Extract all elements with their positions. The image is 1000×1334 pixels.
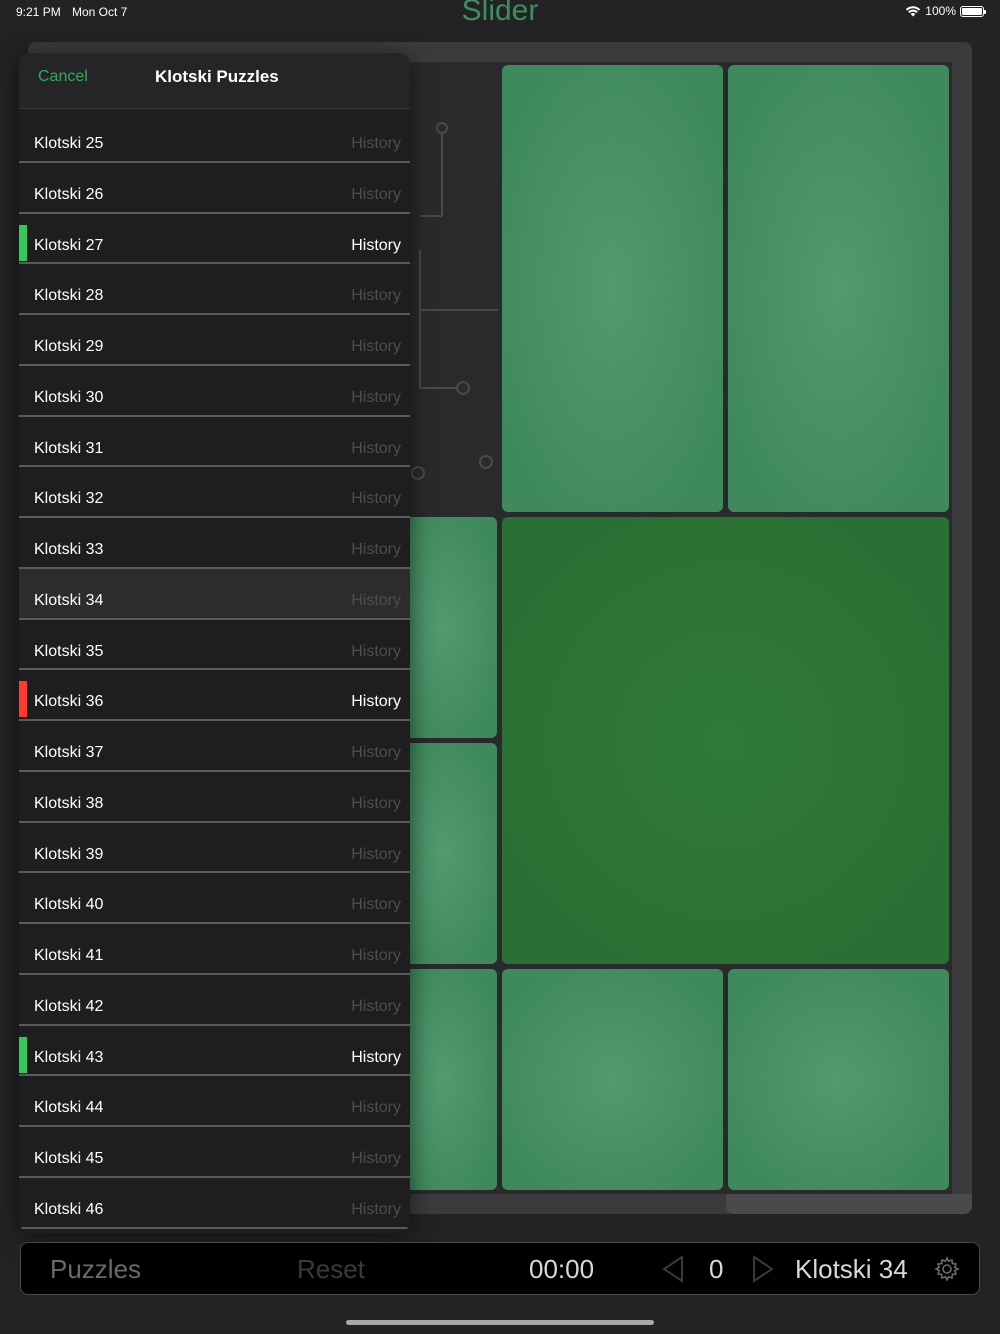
puzzle-list-item[interactable]: Klotski 42 History xyxy=(19,975,410,1026)
status-marker xyxy=(19,224,27,261)
history-button[interactable]: History xyxy=(351,1201,401,1219)
history-button[interactable]: History xyxy=(351,490,401,508)
puzzle-list-item[interactable]: Klotski 45 History xyxy=(19,1127,410,1178)
puzzle-label: Klotski 34 xyxy=(34,591,104,609)
gear-icon[interactable] xyxy=(933,1255,961,1290)
history-button[interactable]: History xyxy=(351,389,401,407)
puzzle-list-item[interactable]: Klotski 32 History xyxy=(19,467,410,518)
puzzle-label: Klotski 46 xyxy=(34,1200,104,1218)
puzzle-list-item[interactable]: Klotski 43 History xyxy=(19,1026,410,1077)
history-button[interactable]: History xyxy=(351,947,401,965)
history-button[interactable]: History xyxy=(351,1049,401,1067)
history-button[interactable]: History xyxy=(351,440,401,458)
history-button[interactable]: History xyxy=(351,541,401,559)
puzzle-label: Klotski 38 xyxy=(34,794,104,812)
puzzle-list-item[interactable]: Klotski 33 History xyxy=(19,518,410,569)
puzzle-label: Klotski 45 xyxy=(34,1150,104,1167)
history-button[interactable]: History xyxy=(351,846,401,864)
puzzle-label: Klotski 39 xyxy=(34,845,104,863)
puzzle-list-item[interactable]: Klotski 38 History xyxy=(19,772,410,823)
puzzle-label: Klotski 27 xyxy=(34,236,104,254)
puzzle-label: Klotski 31 xyxy=(34,439,104,457)
tile-small-1[interactable] xyxy=(502,969,723,1190)
app-title: Slider xyxy=(461,0,539,27)
puzzle-list-item[interactable]: Klotski 28 History xyxy=(19,264,410,315)
popover-header: Cancel Klotski Puzzles xyxy=(19,53,410,109)
puzzle-list-item[interactable]: Klotski 31 History xyxy=(19,417,410,468)
current-puzzle-name: Klotski 34 xyxy=(795,1254,908,1284)
puzzle-list-item[interactable]: Klotski 46 History xyxy=(19,1178,410,1229)
reset-button[interactable]: Reset xyxy=(297,1254,365,1285)
puzzle-label: Klotski 36 xyxy=(34,693,104,711)
bottom-toolbar: Puzzles Reset 00:00 0 Klotski 34 xyxy=(20,1242,980,1295)
puzzle-label: Klotski 32 xyxy=(34,490,104,508)
puzzle-list-item[interactable]: Klotski 26 History xyxy=(19,163,410,214)
history-button[interactable]: History xyxy=(351,237,401,255)
history-button[interactable]: History xyxy=(351,795,401,813)
prev-move-icon[interactable] xyxy=(661,1255,685,1290)
puzzle-list-item[interactable]: Klotski 35 History xyxy=(19,620,410,671)
timer: 00:00 xyxy=(529,1254,595,1284)
puzzle-list-item[interactable]: Klotski 27 History xyxy=(19,214,410,265)
puzzle-label: Klotski 43 xyxy=(34,1048,104,1066)
history-button[interactable]: History xyxy=(351,1150,401,1168)
history-button[interactable]: History xyxy=(351,287,401,305)
history-button[interactable]: History xyxy=(351,186,401,204)
puzzle-label: Klotski 37 xyxy=(34,744,104,761)
tile-small-2[interactable] xyxy=(728,969,949,1190)
history-button[interactable]: History xyxy=(351,135,401,153)
puzzle-label: Klotski 26 xyxy=(34,185,104,203)
tile-big-square[interactable] xyxy=(502,517,949,964)
puzzle-list-item[interactable]: Klotski 25 History xyxy=(19,112,410,163)
puzzle-label: Klotski 40 xyxy=(34,896,104,914)
status-marker xyxy=(19,681,27,718)
cancel-button[interactable]: Cancel xyxy=(38,68,88,86)
popover-title: Klotski Puzzles xyxy=(155,67,279,86)
home-indicator xyxy=(346,1320,654,1325)
puzzle-label: Klotski 44 xyxy=(34,1099,104,1117)
status-marker xyxy=(19,1036,27,1073)
history-button[interactable]: History xyxy=(351,592,401,610)
history-button[interactable]: History xyxy=(351,643,401,661)
tile-tall-1[interactable] xyxy=(502,65,723,512)
puzzles-button[interactable]: Puzzles xyxy=(50,1254,141,1285)
next-move-icon[interactable] xyxy=(751,1255,775,1290)
puzzle-label: Klotski 35 xyxy=(34,642,104,660)
puzzle-list-item[interactable]: Klotski 40 History xyxy=(19,873,410,924)
history-button[interactable]: History xyxy=(351,1099,401,1117)
history-button[interactable]: History xyxy=(351,693,401,711)
puzzle-list-item[interactable]: Klotski 36 History xyxy=(19,670,410,721)
puzzle-list-item[interactable]: Klotski 34 History xyxy=(19,568,410,620)
puzzle-label: Klotski 30 xyxy=(34,388,104,406)
puzzle-label: Klotski 25 xyxy=(34,135,104,152)
puzzle-list-item[interactable]: Klotski 30 History xyxy=(19,366,410,417)
puzzle-list-item[interactable]: Klotski 29 History xyxy=(19,315,410,366)
puzzle-list-item[interactable]: Klotski 39 History xyxy=(19,823,410,874)
puzzle-label: Klotski 29 xyxy=(34,338,104,355)
puzzle-list-item[interactable]: Klotski 37 History xyxy=(19,721,410,772)
puzzle-label: Klotski 41 xyxy=(34,947,104,964)
tile-tall-2[interactable] xyxy=(728,65,949,512)
history-button[interactable]: History xyxy=(351,338,401,356)
puzzle-list[interactable]: Klotski 25 History Klotski 26 History Klotsk… xyxy=(19,112,410,1229)
history-button[interactable]: History xyxy=(351,998,401,1016)
move-count: 0 xyxy=(709,1254,724,1284)
puzzle-label: Klotski 42 xyxy=(34,997,104,1015)
history-button[interactable]: History xyxy=(351,896,401,914)
puzzle-list-item[interactable]: Klotski 44 History xyxy=(19,1076,410,1127)
puzzle-label: Klotski 33 xyxy=(34,541,104,558)
puzzle-label: Klotski 28 xyxy=(34,287,104,305)
puzzle-picker-popover: Cancel Klotski Puzzles Klotski 25 History… xyxy=(19,53,410,1233)
board-exit xyxy=(726,1194,972,1214)
puzzle-list-item[interactable]: Klotski 41 History xyxy=(19,924,410,975)
history-button[interactable]: History xyxy=(351,744,401,762)
